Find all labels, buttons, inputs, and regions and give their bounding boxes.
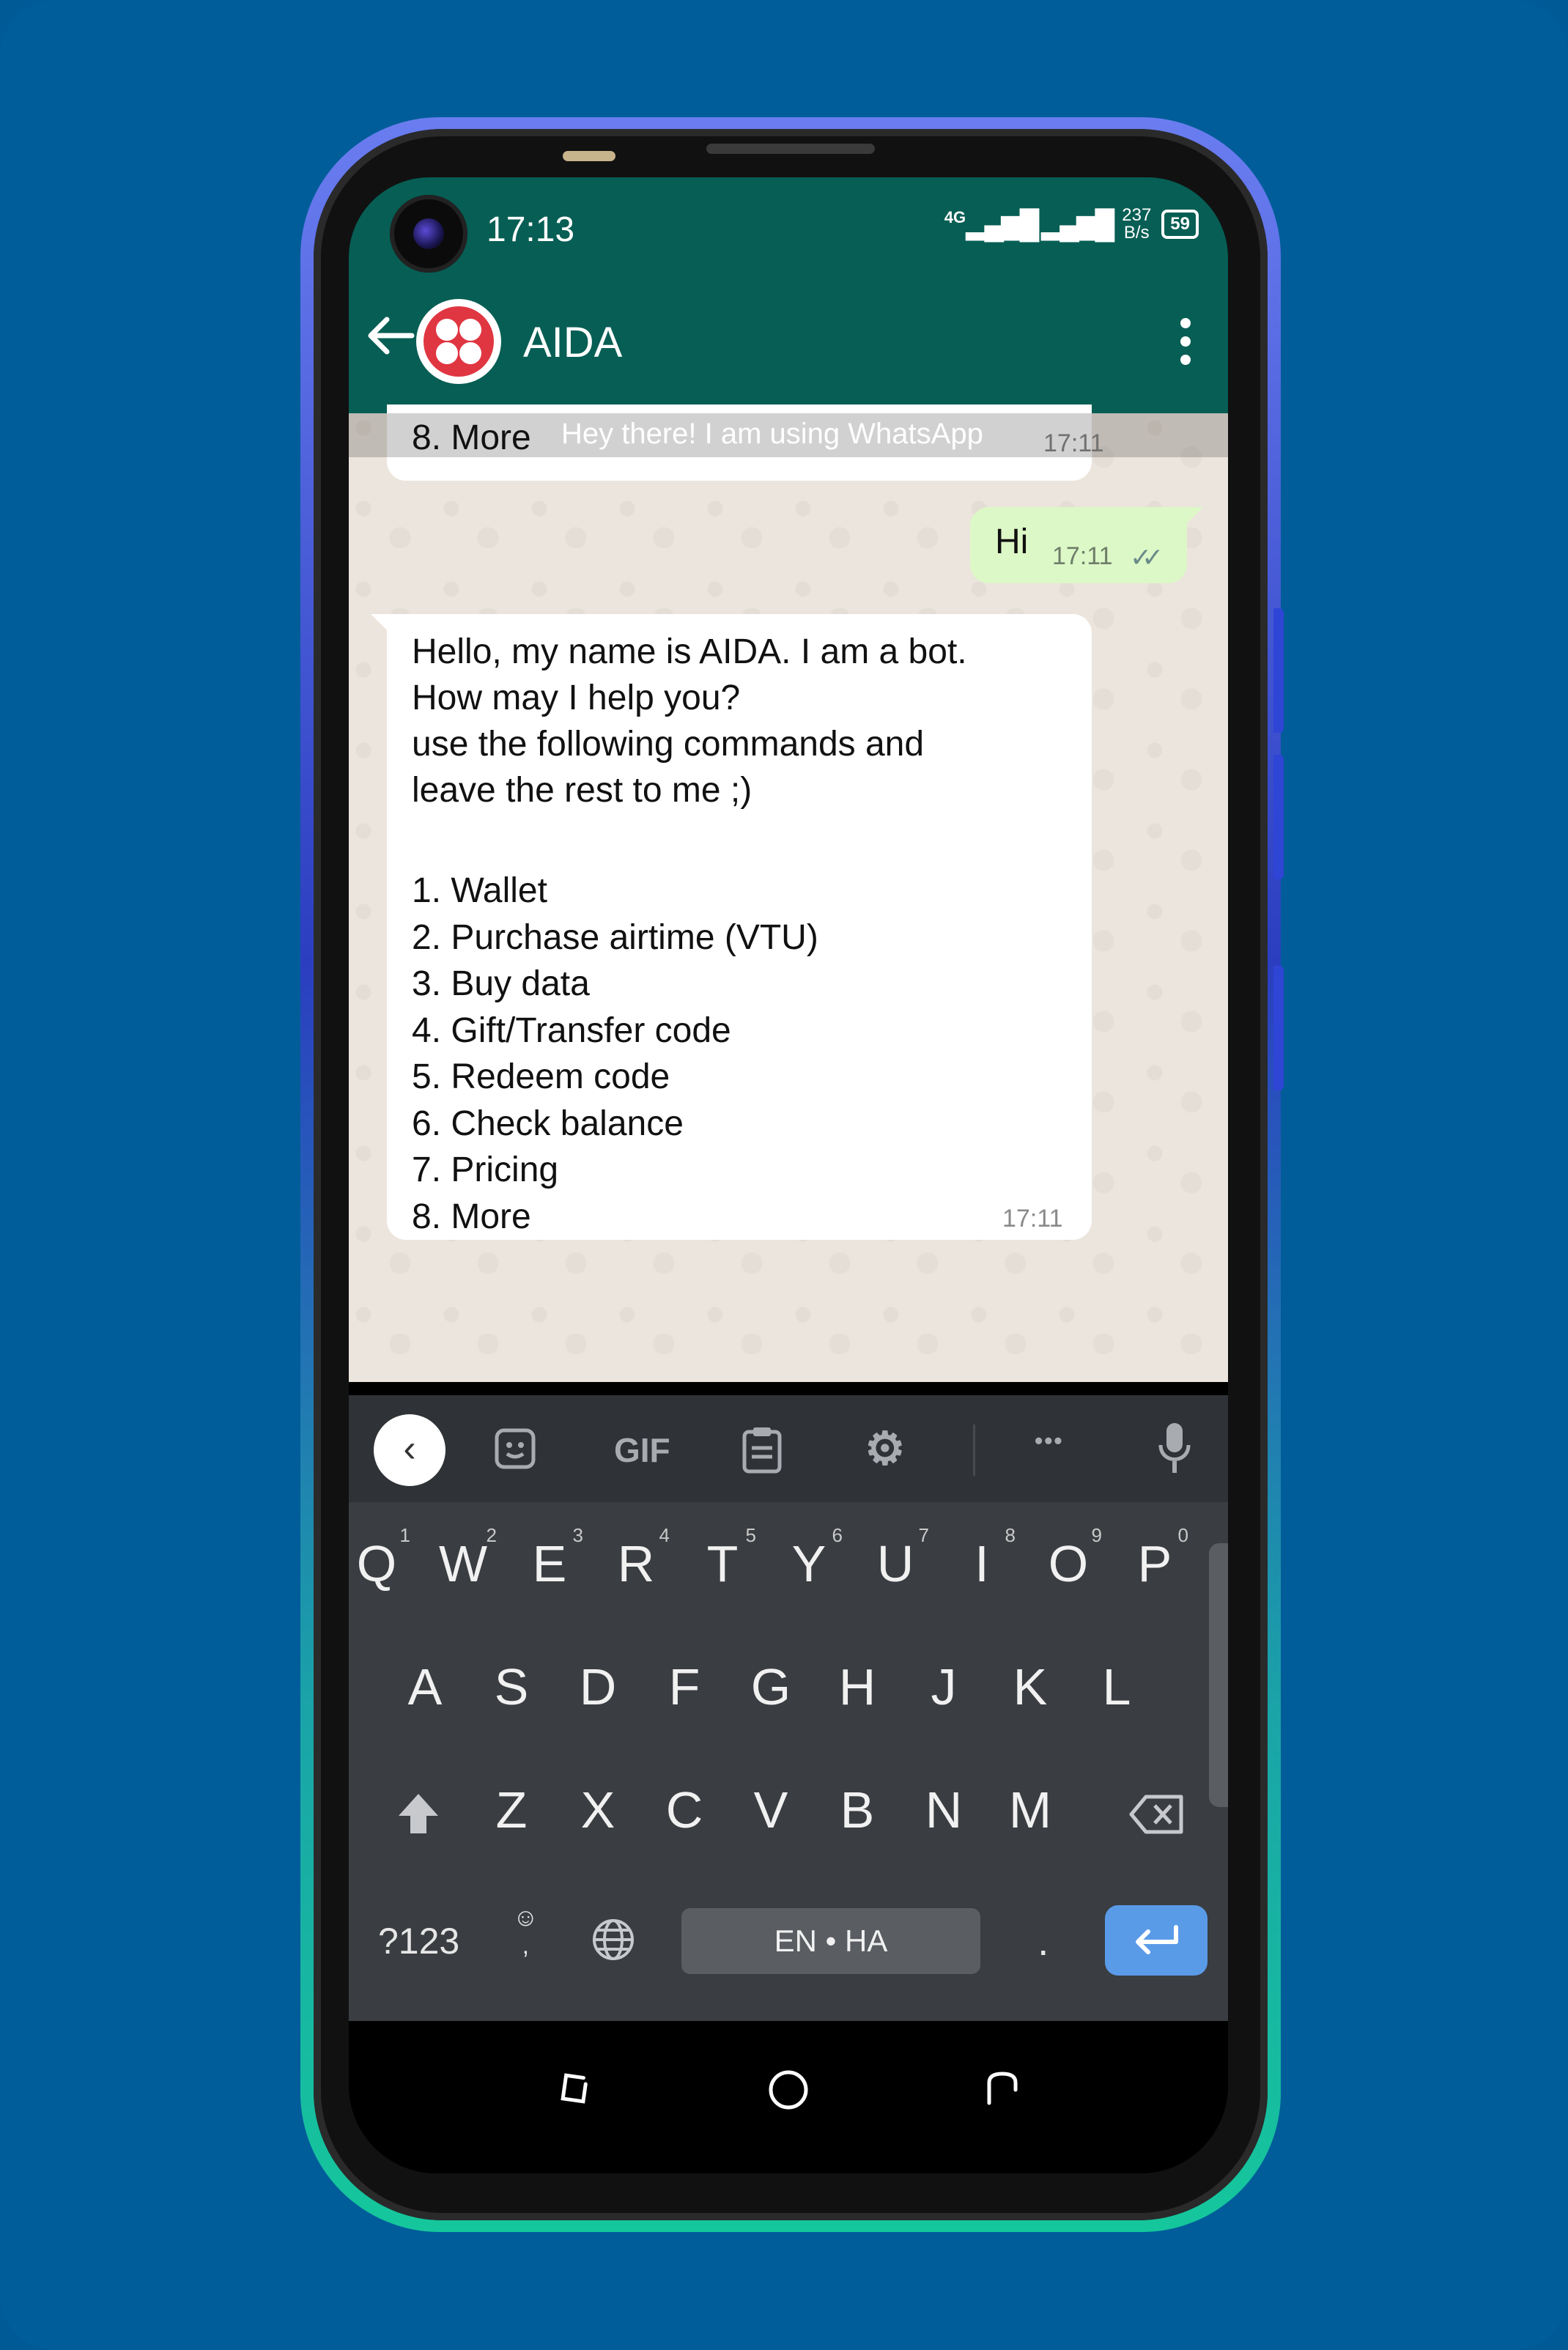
message-line: leave the rest to me ;): [412, 771, 752, 810]
backspace-icon[interactable]: [1128, 1792, 1187, 1836]
key-k[interactable]: K: [1001, 1658, 1059, 1716]
contact-name[interactable]: AIDA: [523, 318, 622, 367]
message-time: 17:11: [1052, 542, 1113, 570]
enter-key[interactable]: [1105, 1905, 1208, 1976]
soft-keyboard: ‹ GIF ⚙ ••• Q1 W 2 E 3 R 4 T 5 Y 6 U 7 I…: [349, 1395, 1228, 2021]
status-icons: 4G▂▄▆█ ▂▄▆█ 237 B/s 59: [944, 207, 1199, 242]
key-s[interactable]: S: [482, 1658, 541, 1716]
chat-area[interactable]: 17:11 8. More Hey there! I am using What…: [349, 404, 1228, 1558]
message-time: 17:11: [1002, 1205, 1063, 1233]
key-v[interactable]: V: [742, 1781, 800, 1839]
settings-gear-icon[interactable]: ⚙: [865, 1422, 906, 1475]
command-item: 6. Check balance: [412, 1104, 684, 1143]
key-z[interactable]: Z: [482, 1781, 541, 1839]
key-o[interactable]: O9: [1039, 1524, 1102, 1593]
symbols-key[interactable]: ?123: [378, 1920, 459, 1962]
space-bar[interactable]: EN • HA: [681, 1908, 980, 1974]
command-item: 5. Redeem code: [412, 1057, 670, 1096]
key-y[interactable]: Y6: [780, 1524, 843, 1593]
key-e[interactable]: E3: [520, 1524, 583, 1593]
outgoing-message-text: Hi: [995, 522, 1029, 561]
volume-up-button: [1273, 608, 1284, 733]
sticker-icon[interactable]: [492, 1426, 538, 1471]
network-signal-icon: 4G▂▄▆█ ▂▄▆█: [944, 207, 1115, 240]
key-j[interactable]: J: [914, 1658, 973, 1716]
volume-down-button: [1273, 755, 1284, 879]
key-q[interactable]: Q1: [349, 1524, 410, 1593]
command-item: 3. Buy data: [412, 964, 590, 1003]
key-p[interactable]: P0: [1125, 1524, 1188, 1593]
command-item: 2. Purchase airtime (VTU): [412, 917, 818, 957]
keyboard-scroll-handle: [1209, 1543, 1228, 1807]
key-d[interactable]: D: [569, 1658, 627, 1716]
incoming-message-bubble[interactable]: Hello, my name is AIDA. I am a bot. How …: [371, 614, 1092, 1240]
key-h[interactable]: H: [828, 1658, 887, 1716]
proximity-sensor: [563, 151, 615, 161]
outgoing-message-bubble[interactable]: Hi 17:11 ✓✓: [970, 507, 1203, 583]
key-g[interactable]: G: [742, 1658, 800, 1716]
key-r[interactable]: R4: [607, 1524, 670, 1593]
emoji-comma-key[interactable]: ☺,: [513, 1904, 539, 1959]
contact-status-preview: Hey there! I am using WhatsApp: [561, 418, 983, 450]
key-l[interactable]: L: [1087, 1658, 1146, 1716]
shift-icon[interactable]: [394, 1789, 443, 1838]
key-t[interactable]: T5: [693, 1524, 756, 1593]
network-speed-unit: B/s: [1123, 223, 1150, 243]
front-camera: [390, 195, 467, 273]
message-line: How may I help you?: [412, 679, 741, 717]
keyboard-toolbar: ‹ GIF ⚙ •••: [349, 1395, 1228, 1502]
system-nav-bar: [349, 2021, 1228, 2173]
more-options-icon[interactable]: [1178, 318, 1193, 365]
key-w[interactable]: W2: [434, 1524, 497, 1593]
chevron-left-icon[interactable]: ‹: [374, 1414, 445, 1486]
status-time: 17:13: [487, 210, 575, 249]
key-a[interactable]: A: [396, 1658, 454, 1716]
key-m[interactable]: M: [1001, 1781, 1059, 1839]
network-speed: 237 B/s: [1122, 207, 1151, 242]
earpiece-speaker: [706, 144, 875, 154]
battery-icon: 59: [1161, 210, 1199, 239]
contact-avatar[interactable]: [416, 299, 501, 384]
home-icon[interactable]: [766, 2068, 810, 2112]
network-speed-value: 237: [1122, 205, 1152, 225]
network-type: 4G: [944, 207, 966, 226]
message-intro: Hello, my name is AIDA. I am a bot. How …: [412, 629, 967, 813]
read-receipt-icon: ✓✓: [1130, 542, 1164, 572]
key-x[interactable]: X: [569, 1781, 627, 1839]
power-button: [1273, 966, 1284, 1090]
key-f[interactable]: F: [655, 1658, 714, 1716]
key-b[interactable]: B: [828, 1781, 887, 1839]
app-header: 17:13 4G▂▄▆█ ▂▄▆█ 237 B/s 59 AIDA: [349, 177, 1228, 413]
command-item: 7. Pricing: [412, 1150, 559, 1189]
command-item: 4. Gift/Transfer code: [412, 1010, 731, 1050]
recent-apps-icon[interactable]: [552, 2068, 596, 2112]
back-arrow-icon[interactable]: [365, 314, 416, 358]
key-c[interactable]: C: [655, 1781, 714, 1839]
gif-button[interactable]: GIF: [614, 1430, 670, 1470]
voice-input-mic-icon[interactable]: [1158, 1420, 1191, 1476]
key-u[interactable]: U7: [866, 1524, 929, 1593]
back-nav-icon[interactable]: [980, 2068, 1024, 2112]
keyboard-keys: Q1 W2 E3 R4 T5 Y6 U7 I8 O9 P0 A S D F G …: [349, 1502, 1228, 2021]
command-item: 1. Wallet: [412, 871, 547, 910]
period-key[interactable]: .: [1038, 1917, 1049, 1965]
toolbar-divider: [973, 1425, 975, 1476]
message-line: use the following commands and: [412, 725, 925, 764]
key-i[interactable]: I8: [953, 1524, 1016, 1593]
previous-message-text: 8. More: [412, 418, 531, 457]
status-preview-strip: 8. More Hey there! I am using WhatsApp: [349, 413, 1228, 457]
command-item: 8. More: [412, 1197, 531, 1236]
key-n[interactable]: N: [914, 1781, 973, 1839]
command-list: 1. Wallet 2. Purchase airtime (VTU) 3. B…: [412, 868, 818, 1240]
enter-arrow-icon: [1136, 1925, 1178, 1954]
phone-screen: 17:13 4G▂▄▆█ ▂▄▆█ 237 B/s 59 AIDA 17:11: [349, 177, 1228, 2173]
globe-icon[interactable]: [591, 1917, 636, 1962]
message-line: Hello, my name is AIDA. I am a bot.: [412, 632, 967, 671]
more-tools-icon[interactable]: •••: [1035, 1427, 1064, 1455]
twilio-logo-icon: [424, 306, 494, 377]
clipboard-icon[interactable]: [742, 1425, 783, 1474]
